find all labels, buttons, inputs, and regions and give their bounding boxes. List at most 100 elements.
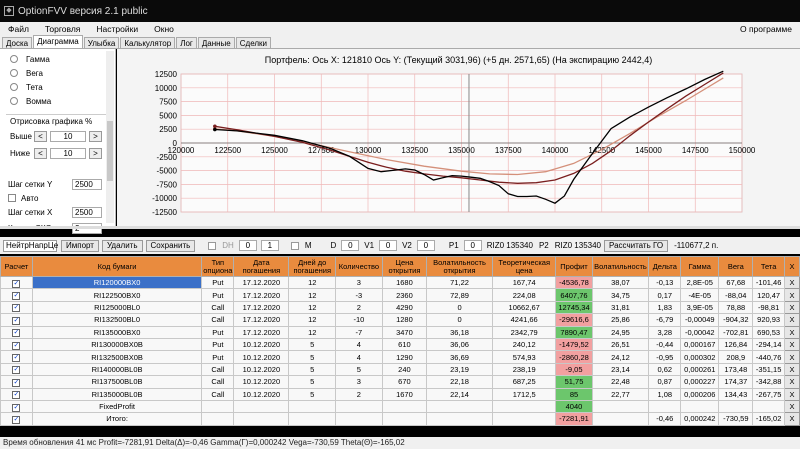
radio-vomma[interactable]: Вомма <box>0 94 115 108</box>
checkbox-icon[interactable]: ✓ <box>12 341 21 350</box>
remove-row-button[interactable]: X <box>784 387 800 401</box>
checkbox-icon[interactable]: ✓ <box>12 415 21 424</box>
remove-row-button[interactable]: X <box>784 300 800 315</box>
strategy-select[interactable]: НейтрНапрЦе <box>3 239 58 252</box>
remove-row-button[interactable]: X <box>784 325 800 339</box>
table-row[interactable]: ✓ RI140000BL0B Call 10.12.2020 5 5 240 23,19 238… <box>0 362 800 377</box>
column-header[interactable]: Код бумаги <box>31 256 203 277</box>
table-row[interactable]: ✓ RI132500BL0 Call 17.12.2020 12 -10 1280 0 4241… <box>0 313 800 327</box>
radio-gamma[interactable]: Гамма <box>0 52 115 66</box>
import-button[interactable]: Импорт <box>61 239 99 252</box>
table-row[interactable]: ✓ RI137500BL0B Call 10.12.2020 5 3 670 22,18 687… <box>0 375 800 389</box>
tab-calculator[interactable]: Калькулятор <box>120 37 176 48</box>
p1-input[interactable]: 0 <box>463 240 482 251</box>
calc-checkbox-cell[interactable]: ✓ <box>0 387 33 401</box>
above-increment-button[interactable]: > <box>89 130 102 142</box>
delete-button[interactable]: Удалить <box>101 239 143 252</box>
checkbox-icon[interactable]: ✓ <box>12 354 21 363</box>
column-header[interactable]: Теоретическая цена <box>491 256 557 277</box>
calc-checkbox-cell[interactable]: ✓ <box>0 313 33 327</box>
remove-row-button[interactable]: X <box>784 399 800 414</box>
radio-theta[interactable]: Тета <box>0 80 115 94</box>
remove-row-button[interactable]: X <box>784 275 800 290</box>
column-header[interactable]: Количество <box>335 256 383 277</box>
column-header[interactable]: Профит <box>555 256 593 277</box>
calc-checkbox-cell[interactable]: ✓ <box>0 300 33 315</box>
settings-scrollbar[interactable] <box>106 51 114 223</box>
calc-checkbox-cell[interactable]: ✓ <box>0 350 33 364</box>
payoff-chart[interactable]: 120000 122500 125000 127500 130000 132500 1350… <box>117 49 800 226</box>
remove-row-button[interactable]: X <box>784 412 800 426</box>
calc-checkbox-cell[interactable]: ✓ <box>0 362 33 377</box>
above-value[interactable]: 10 <box>50 130 86 142</box>
checkbox-icon[interactable]: ✓ <box>12 378 21 387</box>
table-row[interactable]: ✓ Итого: -7281,91 -0,46 0,000242 -730,59 -165,… <box>0 412 800 426</box>
column-header[interactable]: X <box>784 256 800 277</box>
checkbox-icon[interactable]: ✓ <box>12 366 21 375</box>
menu-trading[interactable]: Торговля <box>37 24 89 34</box>
calc-checkbox-cell[interactable]: ✓ <box>0 399 33 414</box>
tab-diagram[interactable]: Диаграмма <box>33 35 83 48</box>
grid-x-input[interactable]: 2500 <box>72 206 102 218</box>
calc-checkbox-cell[interactable]: ✓ <box>0 325 33 339</box>
column-header[interactable]: Гамма <box>680 256 720 277</box>
scrollbar-thumb[interactable] <box>107 121 113 181</box>
table-row[interactable]: ✓ RI130000BX0B Put 10.12.2020 5 4 610 36,06 240,… <box>0 337 800 352</box>
table-row[interactable]: ✓ RI122500BX0 Put 17.12.2020 12 -3 2360 72,89 22… <box>0 288 800 302</box>
remove-row-button[interactable]: X <box>784 313 800 327</box>
column-header[interactable]: Вега <box>718 256 754 277</box>
menu-window[interactable]: Окно <box>146 24 182 34</box>
calc-checkbox-cell[interactable]: ✓ <box>0 412 33 426</box>
grid-y-input[interactable]: 2500 <box>72 178 102 190</box>
menu-about[interactable]: О программе <box>732 24 800 34</box>
radio-vega[interactable]: Вега <box>0 66 115 80</box>
menu-file[interactable]: Файл <box>0 24 37 34</box>
v1-input[interactable]: 0 <box>379 240 398 251</box>
calc-checkbox-cell[interactable]: ✓ <box>0 275 33 290</box>
tab-data[interactable]: Данные <box>197 37 235 48</box>
table-row[interactable]: ✓ RI125000BL0 Call 17.12.2020 12 2 4290 0 10662,… <box>0 300 800 315</box>
below-value[interactable]: 10 <box>50 147 86 159</box>
calc-checkbox-cell[interactable]: ✓ <box>0 337 33 352</box>
dh-checkbox[interactable] <box>208 241 217 250</box>
column-header[interactable]: Волатильность открытия <box>426 256 493 277</box>
column-header[interactable]: Волатильность <box>591 256 650 277</box>
remove-row-button[interactable]: X <box>784 362 800 377</box>
above-decrement-button[interactable]: < <box>34 130 47 142</box>
menu-settings[interactable]: Настройки <box>88 24 146 34</box>
below-increment-button[interactable]: > <box>89 147 102 159</box>
tab-smile[interactable]: Улыбка <box>83 37 120 48</box>
m-checkbox[interactable] <box>290 241 299 250</box>
table-row[interactable]: ✓ RI135000BX0 Put 17.12.2020 12 -7 3470 36,18 23… <box>0 325 800 339</box>
checkbox-icon[interactable]: ✓ <box>12 391 21 400</box>
column-header[interactable]: Расчет <box>0 256 33 277</box>
remove-row-button[interactable]: X <box>784 350 800 364</box>
dh-input-2[interactable]: 1 <box>260 240 279 251</box>
column-header[interactable]: Тета <box>752 256 786 277</box>
checkbox-icon[interactable]: ✓ <box>12 316 21 325</box>
calc-checkbox-cell[interactable]: ✓ <box>0 375 33 389</box>
checkbox-icon[interactable]: ✓ <box>12 304 21 313</box>
checkbox-icon[interactable]: ✓ <box>12 279 21 288</box>
save-button[interactable]: Сохранить <box>145 239 196 252</box>
remove-row-button[interactable]: X <box>784 337 800 352</box>
remove-row-button[interactable]: X <box>784 288 800 302</box>
column-header[interactable]: Дельта <box>648 256 682 277</box>
d-input[interactable]: 0 <box>341 240 360 251</box>
table-row[interactable]: ✓ RI135000BL0B Call 10.12.2020 5 2 1670 22,14 17… <box>0 387 800 401</box>
table-row[interactable]: ✓ RI132500BX0B Put 10.12.2020 5 4 1290 36,69 574… <box>0 350 800 364</box>
calc-checkbox-cell[interactable]: ✓ <box>0 288 33 302</box>
column-header[interactable]: Цена открытия <box>381 256 428 277</box>
table-row[interactable]: ✓ RI120000BX0 Put 17.12.2020 12 3 1680 71,22 167… <box>0 275 800 290</box>
tab-board[interactable]: Доска <box>2 37 33 48</box>
tab-log[interactable]: Лог <box>176 37 197 48</box>
table-row[interactable]: ✓ FixedProfit 4040 X <box>0 399 800 414</box>
auto-checkbox[interactable]: Авто <box>0 191 115 205</box>
calculate-go-button[interactable]: Рассчитать ГО <box>604 239 669 252</box>
column-header[interactable]: Дата погашения <box>233 256 290 277</box>
checkbox-icon[interactable]: ✓ <box>12 329 21 338</box>
remove-row-button[interactable]: X <box>784 375 800 389</box>
panel-splitter[interactable] <box>0 226 800 229</box>
dh-input-1[interactable]: 0 <box>238 240 257 251</box>
tab-deals[interactable]: Сделки <box>235 37 272 48</box>
